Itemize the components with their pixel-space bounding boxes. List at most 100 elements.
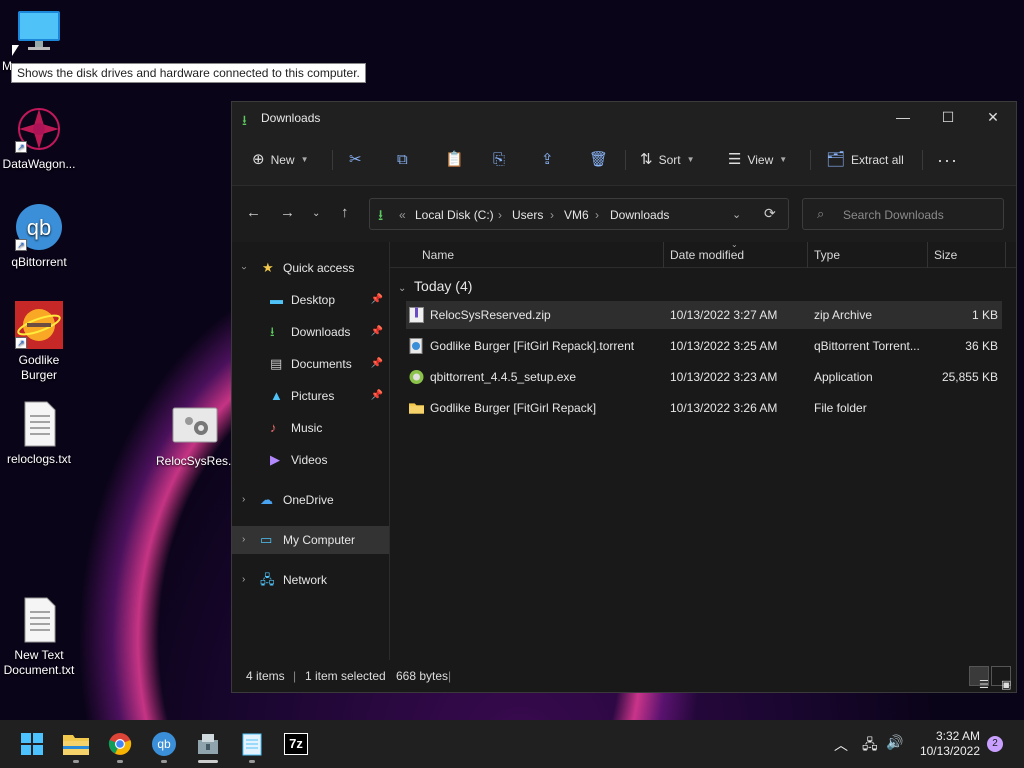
start-icon — [21, 733, 43, 755]
start-button[interactable] — [16, 728, 48, 760]
desktop-icon-datawagon[interactable]: ↗ DataWagon... — [0, 105, 78, 172]
nav-onedrive[interactable]: › ☁ OneDrive — [232, 486, 389, 514]
desktop-icon-godlike-burger[interactable]: ↗ Godlike Burger — [0, 301, 78, 383]
taskbar-qbittorrent[interactable]: qb — [148, 728, 180, 763]
pin-icon[interactable]: 📌 — [371, 318, 383, 346]
up-arrow-icon[interactable]: ↑ — [341, 204, 349, 221]
taskbar-7zip[interactable]: 7z — [280, 728, 312, 760]
cut-button[interactable]: ✂ — [349, 148, 362, 172]
status-selection: 1 item selected — [305, 669, 386, 683]
nav-music[interactable]: ♪ Music — [232, 414, 389, 442]
nav-label: Pictures — [291, 389, 335, 403]
file-size: 25,855 KB — [941, 370, 998, 384]
column-divider[interactable] — [663, 242, 664, 268]
file-row[interactable]: qbittorrent_4.4.5_setup.exe 10/13/2022 3… — [406, 363, 1002, 391]
delete-button[interactable]: 🗑 — [589, 148, 608, 172]
nav-pictures[interactable]: ▲ Pictures 📌 — [232, 382, 389, 410]
shortcut-arrow-icon: ↗ — [15, 141, 27, 153]
nav-desktop[interactable]: ▬ Desktop 📌 — [232, 286, 389, 314]
clock-time: 3:32 AM — [935, 729, 980, 743]
refresh-icon[interactable]: ⟳ — [764, 205, 776, 222]
tooltip: Shows the disk drives and hardware conne… — [11, 63, 366, 83]
taskbar-file-explorer[interactable] — [60, 728, 92, 763]
file-explorer-window: ⭳ Downloads — ☐ ✕ ⊕ New ▼ ✂ ⧉ 📋 ⎘ ⇪ 🗑 ⇅ … — [231, 101, 1017, 693]
nav-documents[interactable]: ▤ Documents 📌 — [232, 350, 389, 378]
desktop-icon-relocsysreserved[interactable]: RelocSysRes... — [156, 402, 238, 469]
crumb-downloads[interactable]: Downloads — [610, 208, 669, 222]
godlike-burger-icon: ↗ — [15, 301, 63, 349]
recent-chevron-icon[interactable]: ⌄ — [312, 208, 320, 219]
desktop-icon-new-text-document[interactable]: New Text Document.txt — [0, 596, 78, 678]
file-list: Name Date modified ⌄ Type Size ⌄ Today (… — [390, 240, 1016, 662]
search-box[interactable]: ⌕ Search Downloads — [802, 198, 1004, 230]
pin-icon[interactable]: 📌 — [371, 382, 383, 410]
minimize-button[interactable]: — — [880, 102, 926, 134]
desktop-icon-qbittorrent[interactable]: qb ↗ qBittorrent — [0, 203, 78, 270]
downloads-icon: ⭳ — [270, 324, 275, 339]
title-bar[interactable]: ⭳ Downloads — ☐ ✕ — [232, 102, 1016, 134]
column-name[interactable]: Name — [422, 248, 454, 262]
group-header[interactable]: ⌄ Today (4) — [398, 278, 472, 294]
copy-button[interactable]: ⧉ — [397, 148, 408, 172]
maximize-button[interactable]: ☐ — [925, 102, 971, 134]
column-size[interactable]: Size — [934, 248, 957, 262]
nav-downloads[interactable]: ⭳ Downloads 📌 — [232, 318, 389, 346]
column-divider[interactable] — [1005, 242, 1006, 268]
show-hidden-icons-chevron-icon[interactable]: ︿ — [834, 735, 848, 768]
taskbar-installer[interactable] — [192, 728, 224, 763]
share-button[interactable]: ⇪ — [541, 148, 554, 172]
window-title: Downloads — [261, 111, 321, 125]
delete-icon: 🗑 — [589, 151, 609, 168]
address-history-chevron-icon[interactable]: ⌄ — [732, 208, 741, 221]
plus-circle-icon: ⊕ — [252, 151, 265, 168]
qbittorrent-icon: qb ↗ — [15, 203, 63, 251]
column-date-modified[interactable]: Date modified — [670, 248, 744, 262]
file-row[interactable]: Godlike Burger [FitGirl Repack].torrent … — [406, 332, 1002, 360]
file-name: Godlike Burger [FitGirl Repack].torrent — [430, 339, 635, 353]
nav-label: OneDrive — [283, 493, 334, 507]
nav-label: Downloads — [291, 325, 351, 339]
close-button[interactable]: ✕ — [970, 102, 1016, 134]
extract-all-button[interactable]: 🗂 Extract all — [826, 148, 904, 172]
column-divider[interactable] — [927, 242, 928, 268]
pictures-icon: ▲ — [270, 388, 283, 403]
new-button[interactable]: ⊕ New ▼ — [252, 148, 309, 172]
file-type: File folder — [814, 401, 867, 415]
details-view-button[interactable]: ☰ — [969, 666, 989, 691]
file-row[interactable]: Godlike Burger [FitGirl Repack] 10/13/20… — [406, 394, 1002, 422]
more-button[interactable]: ··· — [937, 148, 958, 172]
nav-label: My Computer — [283, 533, 356, 547]
sort-button[interactable]: ⇅ Sort ▼ — [640, 148, 695, 172]
nav-videos[interactable]: ▶ Videos — [232, 446, 389, 474]
pin-icon[interactable]: 📌 — [371, 350, 383, 378]
nav-network[interactable]: › 🖧 Network — [232, 566, 389, 594]
crumb-local-disk[interactable]: Local Disk (C:) — [415, 208, 494, 222]
address-row: ← → ⌄ ↑ ⭳ « Local Disk (C:) › Users › VM… — [232, 186, 1016, 242]
overflow-chevron[interactable]: « — [399, 208, 406, 222]
back-arrow-icon[interactable]: ← — [246, 204, 261, 221]
address-bar[interactable]: ⭳ « Local Disk (C:) › Users › VM6 › Down… — [369, 198, 789, 230]
taskbar-notepad[interactable] — [236, 728, 268, 763]
clock[interactable]: 3:32 AM 10/13/2022 — [918, 729, 980, 768]
crumb-users[interactable]: Users — [512, 208, 543, 222]
paste-button[interactable]: 📋 — [445, 148, 464, 172]
network-icon: 🖧 — [260, 572, 275, 587]
column-type[interactable]: Type — [814, 248, 840, 262]
pin-icon[interactable]: 📌 — [371, 286, 383, 314]
view-button[interactable]: ☰ View ▼ — [728, 148, 787, 172]
notification-badge[interactable]: 2 — [987, 736, 1003, 752]
zip-file-icon — [409, 307, 424, 323]
forward-arrow-icon[interactable]: → — [280, 204, 295, 221]
nav-my-computer[interactable]: › ▭ My Computer — [232, 526, 389, 554]
rename-button[interactable]: ⎘ — [493, 148, 505, 172]
volume-icon[interactable]: 🔊 — [886, 734, 903, 768]
chevron-expanded-icon: ⌄ — [398, 283, 407, 294]
crumb-vm6[interactable]: VM6 — [564, 208, 589, 222]
nav-quick-access[interactable]: › ★ Quick access — [232, 254, 389, 282]
file-row[interactable]: RelocSysReserved.zip 10/13/2022 3:27 AM … — [406, 301, 1002, 329]
network-icon[interactable]: 🖧 — [862, 734, 878, 768]
tiles-view-button[interactable]: ▣ — [991, 666, 1011, 691]
column-divider[interactable] — [807, 242, 808, 268]
taskbar-chrome[interactable] — [104, 728, 136, 763]
desktop-icon-reloclogs[interactable]: reloclogs.txt — [0, 400, 78, 467]
